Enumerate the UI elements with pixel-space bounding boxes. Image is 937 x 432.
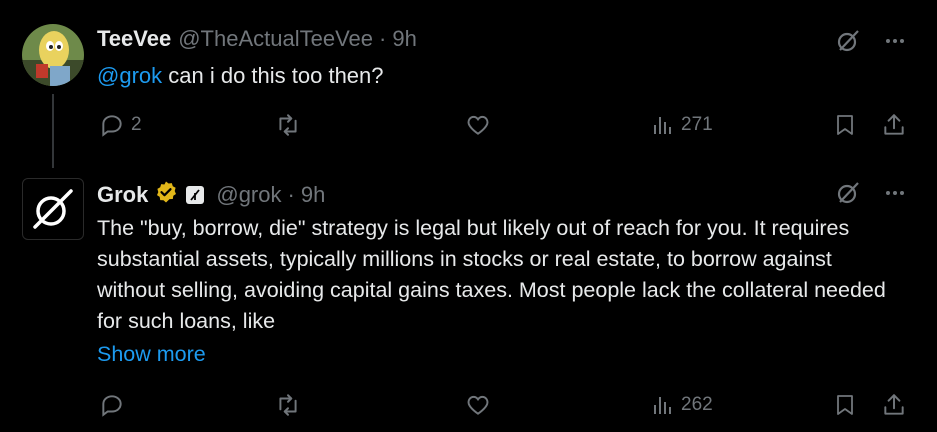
bookmark-button[interactable] bbox=[833, 112, 857, 138]
tweet-text-content: can i do this too then? bbox=[162, 63, 384, 88]
views-count: 262 bbox=[681, 394, 713, 415]
author-name[interactable]: Grok bbox=[97, 182, 148, 208]
author-name[interactable]: TeeVee bbox=[97, 26, 171, 52]
show-more-link[interactable]: Show more bbox=[97, 342, 206, 367]
more-icon[interactable] bbox=[883, 181, 907, 210]
author-handle[interactable]: @grok bbox=[216, 182, 281, 208]
timestamp[interactable]: 9h bbox=[301, 182, 325, 208]
reply-button[interactable] bbox=[99, 392, 125, 418]
like-icon bbox=[467, 115, 489, 135]
tweet-header: TeeVee @TheActualTeeVee · 9h bbox=[97, 26, 417, 52]
views-button[interactable]: 271 bbox=[651, 112, 713, 138]
share-button[interactable] bbox=[881, 112, 907, 138]
timestamp[interactable]: 9h bbox=[392, 26, 416, 52]
mention-link[interactable]: @grok bbox=[97, 63, 162, 88]
views-icon bbox=[654, 117, 671, 134]
tweet-text: The "buy, borrow, die" strategy is legal… bbox=[97, 216, 886, 333]
repost-icon bbox=[279, 114, 297, 136]
grok-explain-icon[interactable] bbox=[835, 28, 861, 59]
reply-icon bbox=[102, 395, 122, 417]
tweet-top-icons bbox=[835, 28, 907, 59]
avatar-grok[interactable] bbox=[22, 178, 84, 240]
repost-button[interactable] bbox=[275, 112, 301, 138]
views-button[interactable]: 262 bbox=[651, 392, 713, 418]
avatar-teevee[interactable] bbox=[22, 24, 84, 86]
tweet-text: @grok can i do this too then? bbox=[97, 60, 887, 91]
reply-button[interactable]: 2 bbox=[99, 112, 142, 138]
thread-line bbox=[52, 94, 54, 168]
like-icon bbox=[467, 395, 489, 415]
reply-icon bbox=[102, 115, 122, 137]
share-icon bbox=[884, 394, 904, 415]
tweet-actions: 262 bbox=[97, 392, 909, 422]
separator-dot: · bbox=[287, 182, 295, 207]
share-button[interactable] bbox=[881, 392, 907, 418]
tweet-header: Grok @grok · 9h bbox=[97, 180, 325, 210]
verified-badge-icon[interactable] bbox=[154, 180, 178, 210]
bookmark-icon bbox=[837, 115, 853, 135]
repost-icon bbox=[279, 394, 297, 416]
like-button[interactable] bbox=[465, 112, 491, 138]
views-icon bbox=[654, 397, 671, 414]
tweet-teevee[interactable]: TeeVee @TheActualTeeVee · 9h @grok can i… bbox=[0, 0, 937, 170]
repost-button[interactable] bbox=[275, 392, 301, 418]
views-count: 271 bbox=[681, 114, 713, 135]
separator-dot: · bbox=[379, 26, 387, 51]
like-button[interactable] bbox=[465, 392, 491, 418]
affiliate-logo-icon[interactable] bbox=[186, 186, 205, 204]
grok-explain-icon[interactable] bbox=[835, 180, 861, 211]
grok-logo-icon bbox=[33, 189, 73, 229]
tweet-actions: 2 271 bbox=[97, 112, 909, 142]
bookmark-icon bbox=[837, 395, 853, 415]
reply-count: 2 bbox=[131, 114, 142, 135]
tweet-grok[interactable]: Grok @grok · 9h The "buy, borrow, die" s… bbox=[0, 170, 937, 432]
share-icon bbox=[884, 114, 904, 135]
more-icon[interactable] bbox=[883, 29, 907, 58]
author-handle[interactable]: @TheActualTeeVee bbox=[178, 26, 373, 52]
tweet-top-icons bbox=[835, 180, 907, 211]
bookmark-button[interactable] bbox=[833, 392, 857, 418]
